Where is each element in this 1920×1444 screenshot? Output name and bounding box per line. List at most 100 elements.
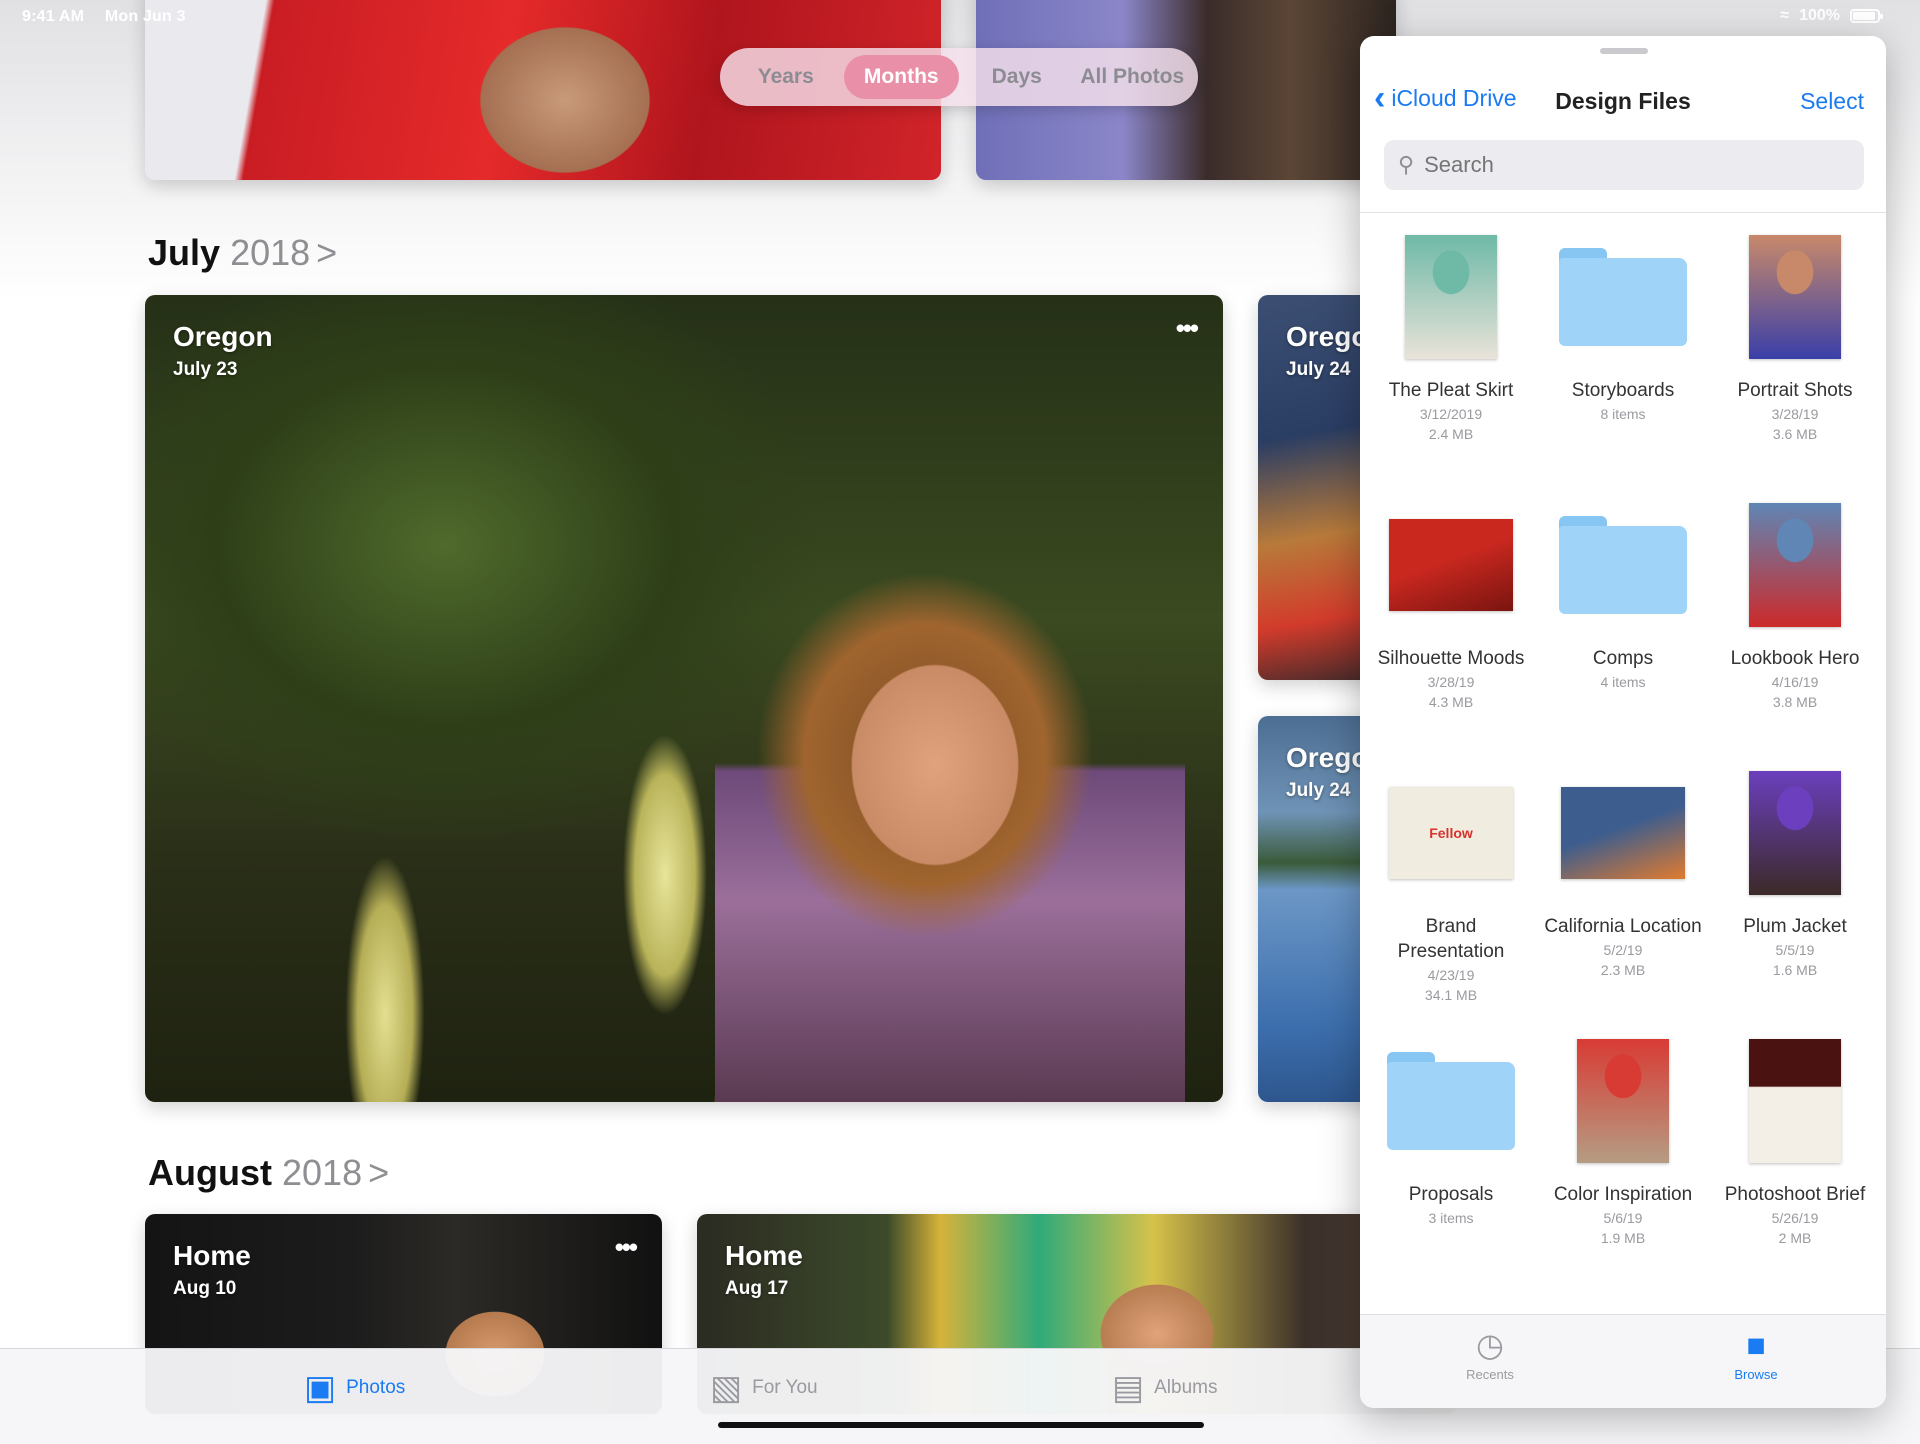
card-date: July 24 <box>1286 780 1351 801</box>
segment-days[interactable]: Days <box>959 55 1075 99</box>
file-item[interactable]: Comps 4 items <box>1542 490 1704 758</box>
file-item-count: 8 items <box>1600 406 1646 422</box>
file-item[interactable]: Portrait Shots 3/28/19 3.6 MB <box>1714 222 1876 490</box>
search-icon: ⚲ <box>1398 152 1415 177</box>
more-icon[interactable]: ••• <box>615 1234 638 1260</box>
status-bar: 9:41 AM Mon Jun 3 ≈ 100% <box>0 0 1920 34</box>
thumb-wrap: Fellow <box>1370 758 1532 908</box>
card-date: July 24 <box>1286 359 1351 380</box>
segment-years[interactable]: Years <box>728 55 844 99</box>
file-thumbnail <box>1561 787 1685 879</box>
file-thumbnail: Fellow <box>1389 787 1513 879</box>
files-popover: ‹ iCloud Drive Design Files Select ⚲ The… <box>1360 36 1886 1408</box>
file-item[interactable]: Lookbook Hero 4/16/19 3.8 MB <box>1714 490 1876 758</box>
chevron-right-icon: > <box>316 232 338 273</box>
select-button[interactable]: Select <box>1800 88 1864 115</box>
sheet-grabber[interactable] <box>1600 48 1648 54</box>
thumb-wrap <box>1714 490 1876 640</box>
tab-recents[interactable]: ◷ Recents <box>1420 1325 1560 1382</box>
file-name: Lookbook Hero <box>1730 648 1860 669</box>
section-year: 2018 <box>230 232 311 273</box>
file-name: Storyboards <box>1571 380 1675 401</box>
tab-label: Albums <box>1154 1377 1218 1398</box>
view-segmented-control: Years Months Days All Photos <box>720 48 1198 106</box>
card-title: Home <box>725 1240 803 1271</box>
file-date: 5/26/19 <box>1771 1210 1819 1226</box>
file-item[interactable]: Silhouette Moods 3/28/19 4.3 MB <box>1370 490 1532 758</box>
file-size: 3.6 MB <box>1772 426 1818 442</box>
status-right: ≈ 100% <box>1780 7 1883 25</box>
file-date: 3/12/2019 <box>1419 406 1483 422</box>
file-name: California Location <box>1544 916 1702 937</box>
section-month: July <box>148 232 221 273</box>
status-date: Mon Jun 3 <box>104 8 186 25</box>
file-size: 3.8 MB <box>1772 694 1818 710</box>
file-thumbnail <box>1749 771 1841 895</box>
search-input[interactable] <box>1424 152 1845 178</box>
clock-icon: ◷ <box>1476 1327 1504 1363</box>
battery-percent: 100% <box>1799 7 1840 24</box>
file-size: 4.3 MB <box>1428 694 1474 710</box>
status-left: 9:41 AM Mon Jun 3 <box>22 8 202 26</box>
file-grid: The Pleat Skirt 3/12/2019 2.4 MB Storyboar… <box>1370 222 1876 1294</box>
file-item[interactable]: Fellow Brand Presentation 4/23/19 34.1 MB <box>1370 758 1532 1026</box>
file-thumbnail <box>1577 1039 1669 1163</box>
card-title: Home <box>173 1240 251 1271</box>
tab-albums[interactable]: ▤ Albums <box>1112 1371 1217 1405</box>
card-date: Aug 10 <box>173 1278 237 1299</box>
battery-icon <box>1850 9 1883 23</box>
file-name: Plum Jacket <box>1743 916 1847 937</box>
thumb-wrap <box>1542 222 1704 372</box>
file-date: 4/16/19 <box>1771 674 1819 690</box>
file-item[interactable]: Plum Jacket 5/5/19 1.6 MB <box>1714 758 1876 1026</box>
home-indicator[interactable] <box>718 1422 1204 1428</box>
file-date: 5/5/19 <box>1775 942 1815 958</box>
file-size: 2.3 MB <box>1600 962 1646 978</box>
file-date: 5/6/19 <box>1603 1210 1643 1226</box>
search-bar[interactable]: ⚲ <box>1384 140 1864 190</box>
thumb-wrap <box>1370 490 1532 640</box>
file-size: 1.9 MB <box>1600 1230 1646 1246</box>
file-item[interactable]: Storyboards 8 items <box>1542 222 1704 490</box>
file-thumbnail <box>1559 516 1687 614</box>
thumb-wrap <box>1370 1026 1532 1176</box>
segment-months[interactable]: Months <box>843 55 959 99</box>
file-item[interactable]: Photoshoot Brief 5/26/19 2 MB <box>1714 1026 1876 1294</box>
for-you-icon: ▧ <box>710 1369 743 1407</box>
more-icon[interactable]: ••• <box>1176 315 1199 341</box>
divider <box>1360 212 1886 213</box>
file-name: Portrait Shots <box>1737 380 1853 401</box>
status-time: 9:41 AM <box>22 8 85 25</box>
section-month: August <box>148 1152 272 1193</box>
file-size: 2.4 MB <box>1428 426 1474 442</box>
file-size: 1.6 MB <box>1772 962 1818 978</box>
tab-label: For You <box>752 1377 818 1398</box>
file-item[interactable]: The Pleat Skirt 3/12/2019 2.4 MB <box>1370 222 1532 490</box>
file-name: Photoshoot Brief <box>1724 1184 1866 1205</box>
section-heading-august[interactable]: August 2018 > <box>148 1152 389 1194</box>
file-item[interactable]: Proposals 3 items <box>1370 1026 1532 1294</box>
tab-label: Recents <box>1466 1367 1514 1382</box>
file-item[interactable]: California Location 5/2/19 2.3 MB <box>1542 758 1704 1026</box>
tab-label: Browse <box>1734 1367 1778 1382</box>
albums-icon: ▤ <box>1112 1369 1145 1407</box>
thumb-wrap <box>1542 1026 1704 1176</box>
section-heading-july[interactable]: July 2018 > <box>148 232 337 274</box>
tab-photos[interactable]: ▣ Photos <box>304 1371 405 1405</box>
segment-all-photos[interactable]: All Photos <box>1075 55 1191 99</box>
file-name: Brand Presentation <box>1397 916 1505 962</box>
file-date: 3/28/19 <box>1771 406 1819 422</box>
thumb-wrap <box>1714 758 1876 908</box>
file-size: 34.1 MB <box>1424 987 1478 1003</box>
file-thumbnail <box>1405 235 1497 359</box>
photo-card-oregon-main[interactable]: Oregon July 23 ••• <box>145 295 1223 1102</box>
files-tab-bar: ◷ Recents ■ Browse <box>1360 1314 1886 1408</box>
thumb-wrap <box>1370 222 1532 372</box>
tab-browse[interactable]: ■ Browse <box>1686 1325 1826 1382</box>
file-item[interactable]: Color Inspiration 5/6/19 1.9 MB <box>1542 1026 1704 1294</box>
file-name: Comps <box>1592 648 1654 669</box>
tab-for-you[interactable]: ▧ For You <box>710 1371 818 1405</box>
thumb-wrap <box>1542 490 1704 640</box>
file-date: 4/23/19 <box>1427 967 1475 983</box>
card-date: Aug 17 <box>725 1278 789 1299</box>
